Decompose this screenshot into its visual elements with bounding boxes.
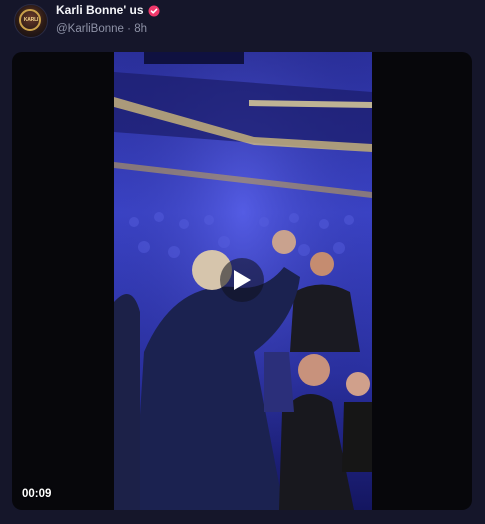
- post-time[interactable]: 8h: [134, 23, 147, 35]
- play-icon: [234, 270, 251, 290]
- author-name-row: Karli Bonne' us: [56, 3, 160, 17]
- handle-row: @KarliBonne · 8h: [56, 23, 147, 35]
- author-handle[interactable]: @KarliBonne: [56, 23, 124, 35]
- author-name[interactable]: Karli Bonne' us: [56, 3, 144, 17]
- author-avatar[interactable]: KARLI: [14, 4, 48, 38]
- avatar-logo-text: KARLI: [23, 17, 39, 23]
- verified-badge-icon: [148, 4, 160, 17]
- video-duration: 00:09: [22, 488, 52, 500]
- play-button[interactable]: [220, 258, 264, 302]
- meta-separator: ·: [127, 23, 131, 35]
- video-player[interactable]: 00:09: [12, 52, 472, 510]
